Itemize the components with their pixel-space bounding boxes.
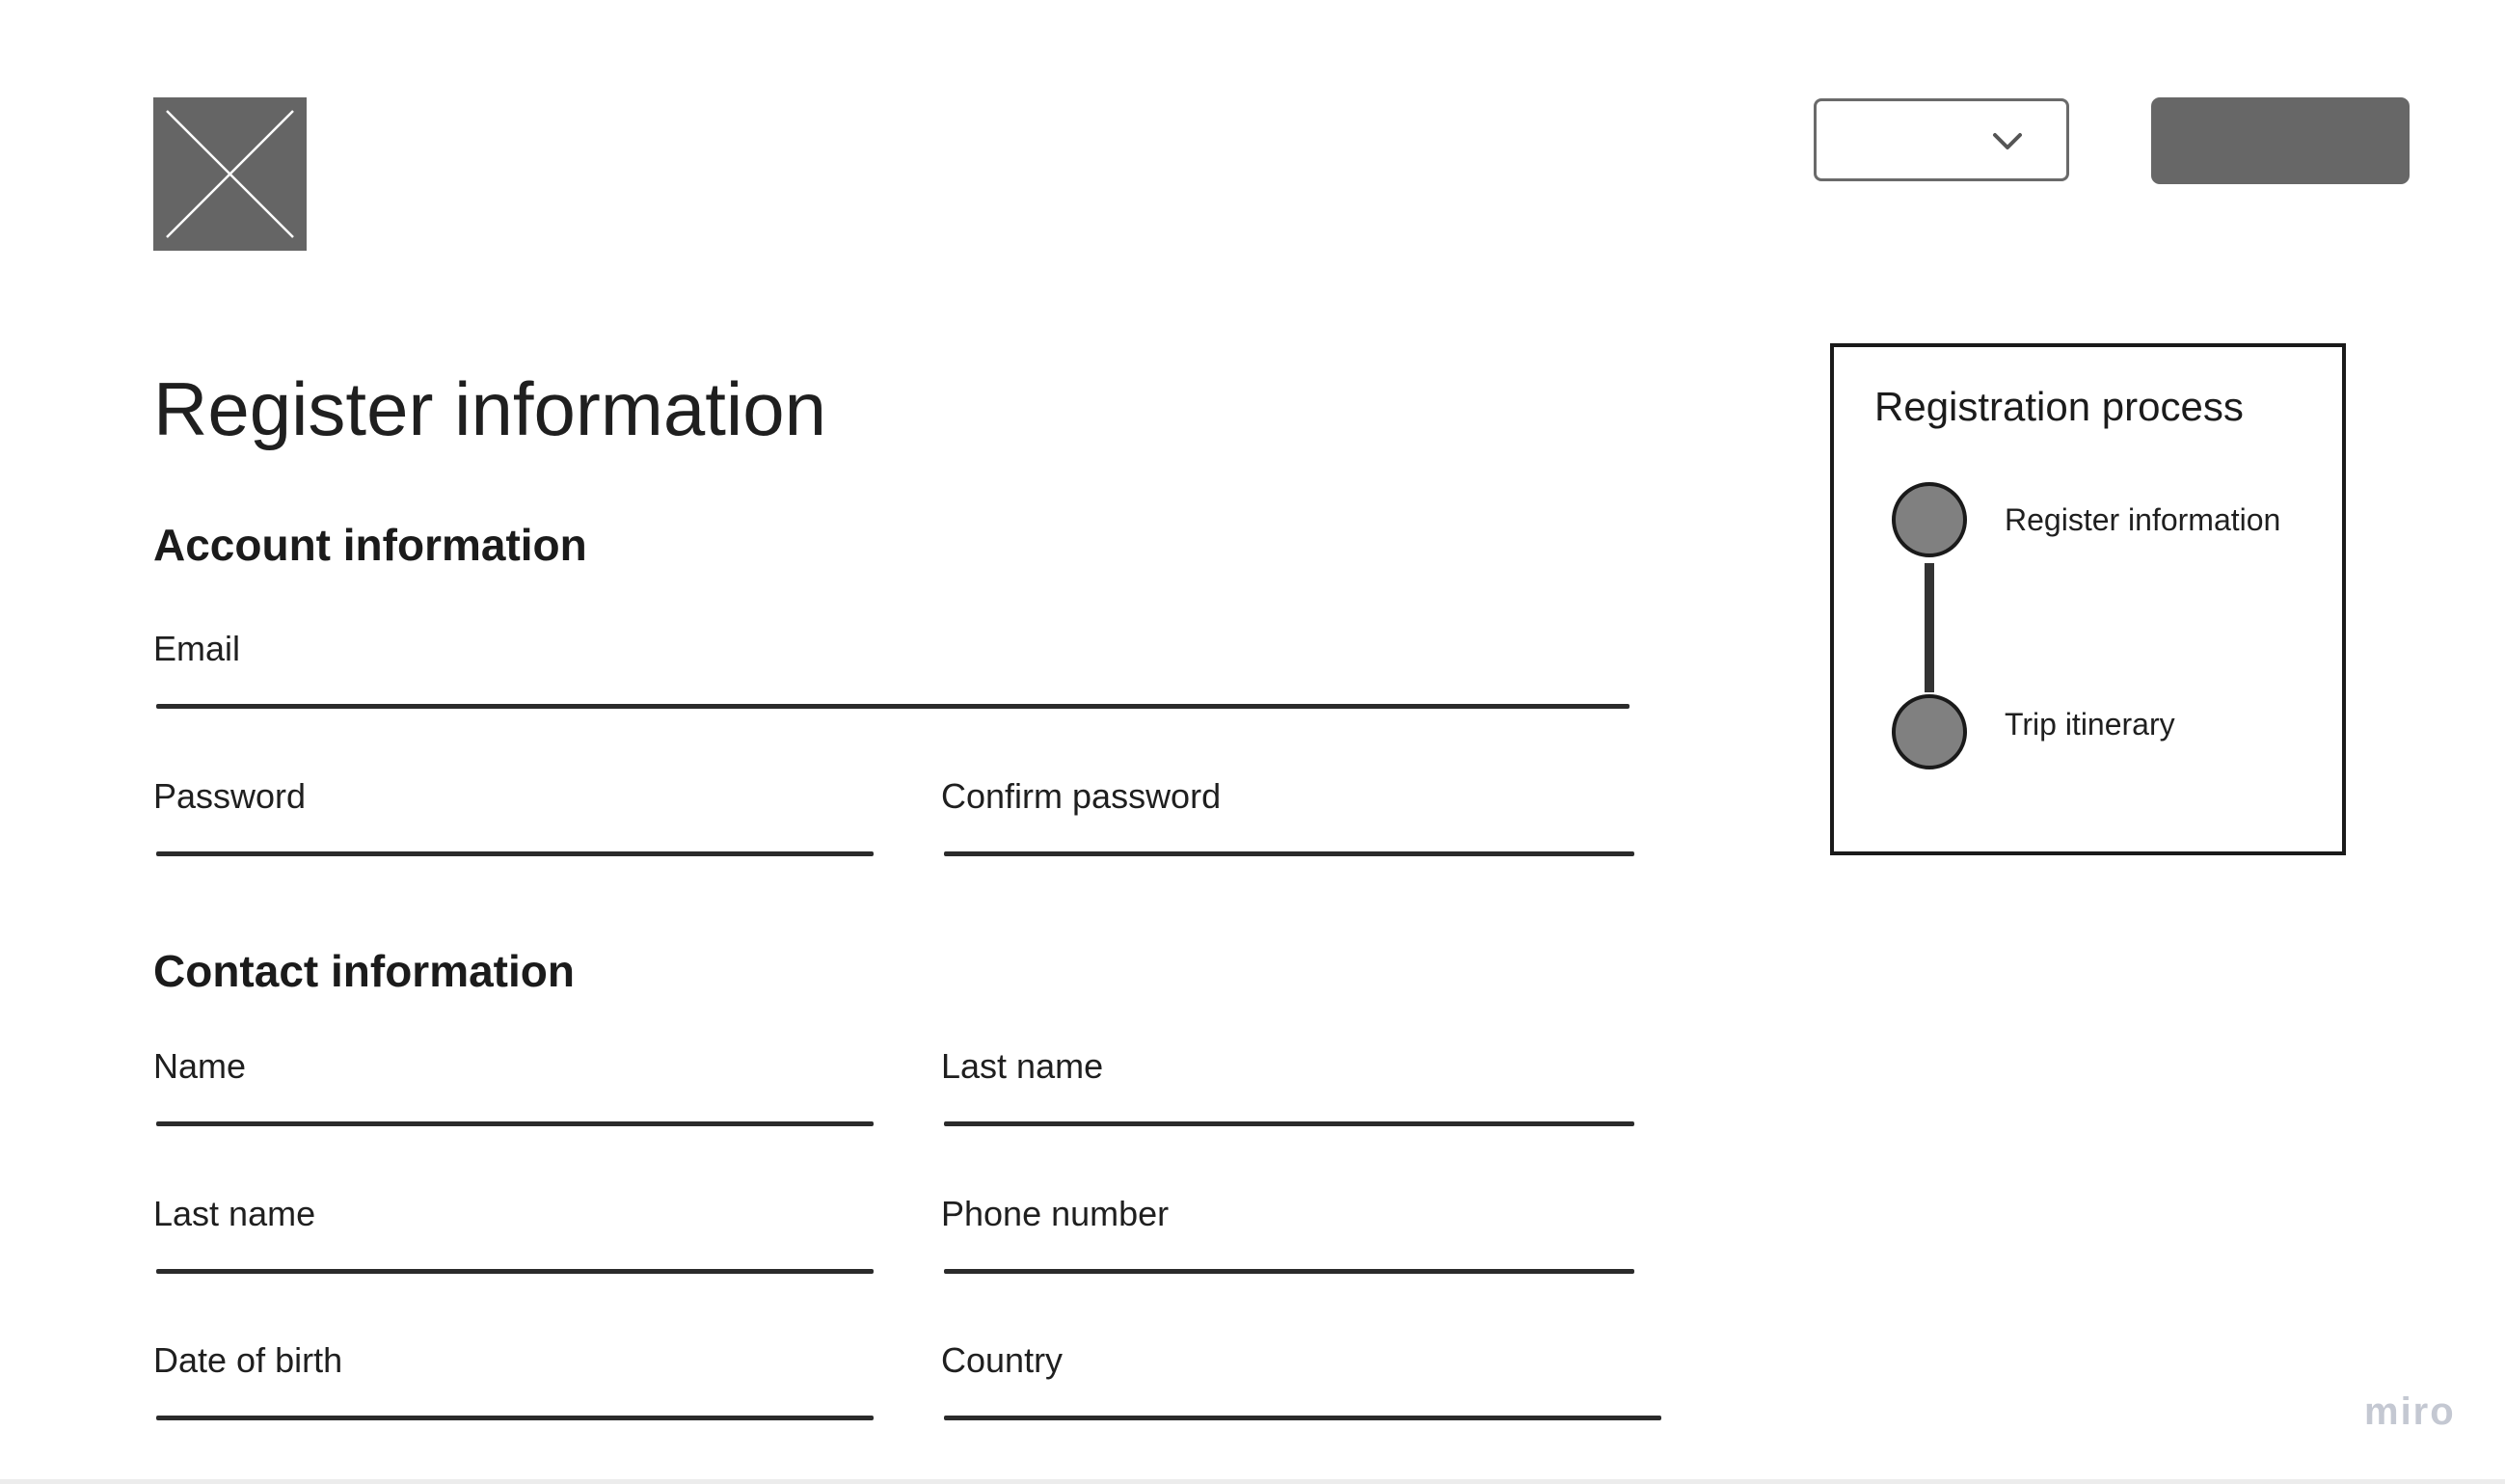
- last-name-input[interactable]: [943, 1096, 1633, 1139]
- bottom-divider: [0, 1479, 2505, 1484]
- country-input[interactable]: [943, 1390, 1660, 1433]
- last-name-secondary-label: Last name: [153, 1194, 316, 1233]
- email-field[interactable]: Email: [153, 629, 1633, 721]
- phone-number-label: Phone number: [941, 1194, 1170, 1233]
- last-name-secondary-underline: [156, 1269, 874, 1274]
- language-dropdown[interactable]: [1814, 98, 2069, 181]
- email-underline: [156, 704, 1630, 709]
- password-input[interactable]: [155, 826, 873, 869]
- date-of-birth-label: Date of birth: [153, 1340, 343, 1380]
- step-dot-register-information[interactable]: [1892, 482, 1967, 557]
- date-of-birth-input[interactable]: [155, 1390, 873, 1433]
- logo-placeholder-icon: [153, 97, 307, 251]
- country-underline: [944, 1416, 1661, 1420]
- name-underline: [156, 1121, 874, 1126]
- step-connector: [1925, 563, 1934, 692]
- last-name-underline: [944, 1121, 1634, 1126]
- contact-information-heading: Contact information: [153, 946, 575, 996]
- password-underline: [156, 851, 874, 856]
- country-field[interactable]: Country: [941, 1340, 1664, 1433]
- step-dot-trip-itinerary[interactable]: [1892, 694, 1967, 769]
- name-input[interactable]: [155, 1096, 873, 1139]
- miro-watermark: miro: [2364, 1390, 2456, 1433]
- page-title: Register information: [153, 366, 826, 451]
- phone-number-input[interactable]: [943, 1244, 1633, 1286]
- step-label-register-information[interactable]: Register information: [2005, 502, 2280, 538]
- password-label: Password: [153, 776, 307, 816]
- wireframe-canvas: Register information Account information…: [0, 0, 2505, 1484]
- confirm-password-label: Confirm password: [941, 776, 1222, 816]
- email-label: Email: [153, 629, 241, 668]
- account-information-heading: Account information: [153, 520, 587, 570]
- registration-process-panel: Registration process Register informatio…: [1830, 343, 2346, 855]
- password-field[interactable]: Password: [153, 776, 876, 869]
- country-label: Country: [941, 1340, 1064, 1380]
- name-field[interactable]: Name: [153, 1046, 876, 1139]
- confirm-password-field[interactable]: Confirm password: [941, 776, 1637, 869]
- last-name-field[interactable]: Last name: [941, 1046, 1637, 1139]
- last-name-field-secondary[interactable]: Last name: [153, 1194, 876, 1286]
- name-label: Name: [153, 1046, 247, 1086]
- step-label-trip-itinerary[interactable]: Trip itinerary: [2005, 707, 2175, 742]
- header-action-button[interactable]: [2151, 97, 2410, 184]
- phone-number-field[interactable]: Phone number: [941, 1194, 1637, 1286]
- registration-process-title: Registration process: [1874, 384, 2244, 429]
- image-placeholder-icon: [166, 110, 294, 238]
- date-of-birth-underline: [156, 1416, 874, 1420]
- date-of-birth-field[interactable]: Date of birth: [153, 1340, 876, 1433]
- email-input[interactable]: [155, 679, 1629, 721]
- last-name-label: Last name: [941, 1046, 1104, 1086]
- confirm-password-input[interactable]: [943, 826, 1633, 869]
- phone-number-underline: [944, 1269, 1634, 1274]
- last-name-secondary-input[interactable]: [155, 1244, 873, 1286]
- confirm-password-underline: [944, 851, 1634, 856]
- chevron-down-icon: [1993, 133, 2022, 149]
